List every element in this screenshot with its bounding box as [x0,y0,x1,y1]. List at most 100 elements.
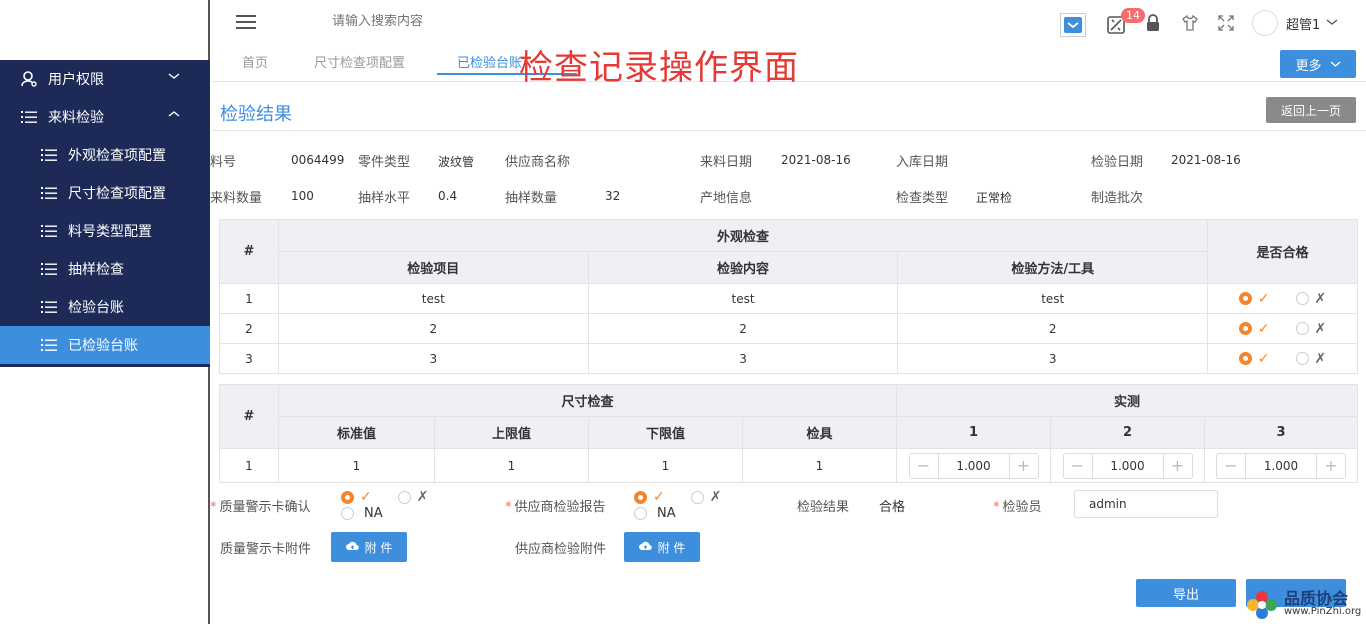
user-icon [20,70,38,88]
sidebar-item-sampling[interactable]: 抽样检查 [0,250,210,288]
measure-stepper[interactable]: − 1.000 + [1216,452,1346,479]
table-row: 1 1 1 1 1 − 1.000 + − 1.000 + − 1.000 + [219,448,1358,483]
pass-radio[interactable] [1238,322,1252,335]
fail-radio[interactable] [1295,292,1309,305]
part-no-value: 0064499 [291,153,345,167]
cloud-upload-icon [345,540,359,554]
supplier-report-label: * 供应商检验报告 [505,500,606,515]
dimension-group-header: 尺寸检查 [278,384,897,417]
inspector-label: * 检验员 [993,500,1042,515]
user-menu[interactable]: 超管1 [1252,10,1338,36]
no-radio[interactable] [397,490,411,504]
row-no: 1 [219,283,279,314]
tab-inspected-ledger[interactable]: 已检验台账 [457,52,522,71]
minus-icon[interactable]: − [1217,456,1245,475]
check-icon: ✓ [653,489,665,505]
plus-icon[interactable]: + [1010,456,1038,475]
supplier-attach-button[interactable]: 附 件 [624,532,700,562]
na-label: NA [364,506,383,521]
stepper-value[interactable]: 1.000 [1245,453,1317,478]
check-icon: ✓ [1257,350,1270,367]
page-title: 检验结果 [220,104,292,125]
warn-card-na-option: NA [341,506,383,521]
sidebar-item-user-permission[interactable]: 用户权限 [0,60,210,98]
chevron-down-icon [1330,57,1341,72]
lock-icon[interactable] [1145,14,1161,36]
minus-icon[interactable]: − [910,456,938,475]
sidebar-item-inspection-ledger[interactable]: 检验台账 [0,288,210,326]
warn-attach-button[interactable]: 附 件 [331,532,407,562]
std-header: 标准值 [278,416,435,449]
menu-toggle-icon[interactable] [236,14,256,34]
row-no: 2 [219,313,279,344]
more-button[interactable]: 更多 [1280,50,1356,78]
search-input[interactable] [332,14,552,29]
minus-icon[interactable]: − [1064,456,1092,475]
result-label: 检验结果 [797,500,850,515]
back-button[interactable]: 返回上一页 [1266,97,1356,123]
sidebar-item-label: 尺寸检查项配置 [68,186,166,202]
no-radio[interactable] [690,490,704,504]
sidebar-item-dimension-config[interactable]: 尺寸检查项配置 [0,174,210,212]
row-upper: 1 [434,448,589,483]
row-item: 2 [277,313,589,344]
sample-level-value: 0.4 [438,189,458,203]
shirt-icon[interactable] [1181,14,1199,36]
lower-header: 下限值 [588,416,743,449]
hash-header: # [219,219,279,284]
tab-dimension-config[interactable]: 尺寸检查项配置 [314,52,405,71]
stepper-value[interactable]: 1.000 [937,453,1010,478]
tab-home[interactable]: 首页 [242,52,268,71]
row-no: 3 [219,343,279,374]
gauge-header: 检具 [742,416,897,449]
yes-radio[interactable] [634,490,647,504]
plus-icon[interactable]: + [1317,456,1345,475]
inspect-date-label: 检验日期 [1091,155,1144,170]
fullscreen-icon[interactable] [1218,15,1234,35]
sidebar-item-label: 检验台账 [68,300,124,316]
table-row: 3 3 3 3 ✓ ✗ [219,343,1358,374]
inspect-type-label: 检查类型 [896,191,949,206]
sidebar-item-incoming-inspection[interactable]: 来料检验 [0,98,210,136]
pass-radio[interactable] [1238,352,1252,365]
avatar [1252,10,1278,36]
row-content: 2 [587,313,899,344]
measure-stepper[interactable]: − 1.000 + [1062,452,1193,479]
measure-stepper[interactable]: − 1.000 + [908,452,1039,479]
na-radio[interactable] [634,507,647,520]
sidebar-item-inspected-ledger[interactable]: 已检验台账 [0,326,210,364]
sidebar-menu: 用户权限 来料检验 外观检查项配置 尺寸检查项配置 料号类型配置 抽样检查 检验… [0,60,210,367]
dropdown-toggle-icon[interactable] [1060,13,1086,41]
supplier-report-label-text: 供应商检验报告 [514,500,606,515]
measure-cell: − 1.000 + [1204,448,1358,483]
incoming-date-value: 2021-08-16 [781,153,851,167]
export-button[interactable]: 导出 [1136,579,1236,607]
supplier-report-radio-group: ✓ ✗ [634,489,721,505]
cross-icon: ✗ [1314,290,1327,307]
pass-radio[interactable] [1238,292,1252,305]
yes-radio[interactable] [341,490,354,504]
fail-radio[interactable] [1295,322,1309,335]
pass-radio-group: ✓ ✗ [1207,283,1358,314]
sidebar-item-appearance-config[interactable]: 外观检查项配置 [0,136,210,174]
measure-cell: − 1.000 + [1050,448,1205,483]
overlay-caption: 检查记录操作界面 [519,48,799,88]
row-method: test [897,283,1209,314]
attach-button-label: 附 件 [364,540,393,555]
na-radio[interactable] [341,507,354,520]
list-icon [40,260,58,278]
item-header: 检验项目 [277,251,589,284]
sidebar-item-part-type-config[interactable]: 料号类型配置 [0,212,210,250]
plus-icon[interactable]: + [1164,456,1192,475]
measured-group-header: 实测 [896,384,1358,417]
sidebar-item-label: 抽样检查 [68,262,124,278]
origin-label: 产地信息 [700,191,753,206]
pass-radio-group: ✓ ✗ [1207,343,1358,374]
row-method: 2 [897,313,1209,344]
inspector-field[interactable]: admin [1074,490,1218,518]
check-icon: ✓ [1257,290,1270,307]
inspector-label-text: 检验员 [1002,500,1042,515]
chevron-up-icon [168,108,180,122]
fail-radio[interactable] [1295,352,1309,365]
stepper-value[interactable]: 1.000 [1091,453,1164,478]
